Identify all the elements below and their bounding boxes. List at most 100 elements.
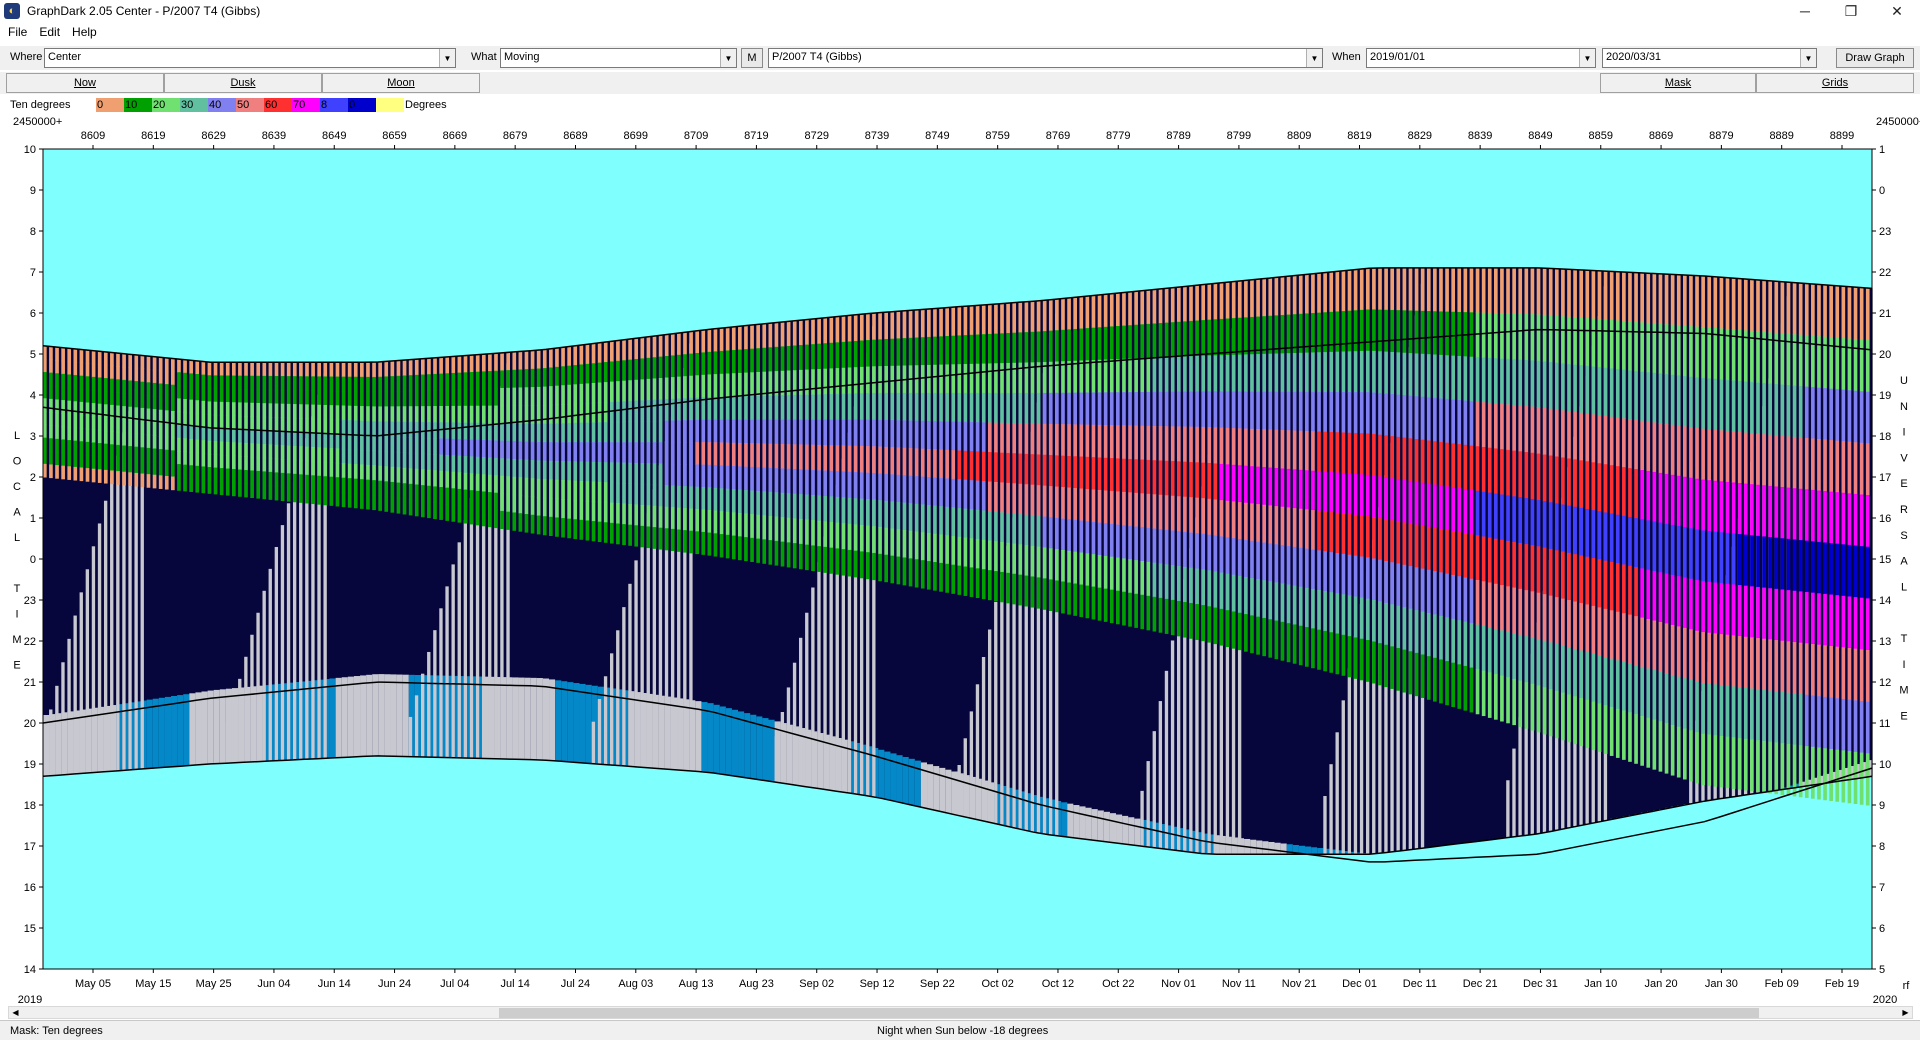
- draw-graph-button[interactable]: Draw Graph: [1836, 48, 1914, 68]
- altitude-cell: [195, 439, 200, 454]
- altitude-cell: [347, 434, 352, 450]
- mask-button[interactable]: Mask: [1600, 73, 1756, 93]
- altitude-cell: [1219, 500, 1224, 537]
- chevron-down-icon[interactable]: ▼: [1800, 49, 1816, 67]
- altitude-cell: [305, 446, 309, 462]
- altitude-cell: [201, 440, 206, 454]
- altitude-cell: [1847, 648, 1852, 701]
- altitude-cell: [573, 365, 578, 385]
- altitude-cell: [823, 546, 828, 573]
- minimize-button[interactable]: ─: [1782, 0, 1828, 22]
- altitude-cell: [719, 442, 724, 466]
- altitude-cell: [780, 492, 785, 518]
- altitude-cell: [67, 426, 72, 441]
- altitude-cell: [1414, 310, 1419, 354]
- altitude-cell: [1396, 605, 1401, 649]
- altitude-cell: [1140, 391, 1145, 427]
- where-select[interactable]: Center ▼: [44, 48, 456, 68]
- altitude-cell: [780, 321, 785, 347]
- dusk-button[interactable]: Dusk: [164, 73, 322, 93]
- moon-button[interactable]: Moon: [322, 73, 480, 93]
- altitude-cell: [707, 397, 712, 421]
- chevron-down-icon[interactable]: ▼: [1579, 49, 1595, 67]
- altitude-cell: [1237, 354, 1242, 392]
- altitude-cell: [1811, 387, 1815, 439]
- chevron-down-icon[interactable]: ▼: [439, 49, 455, 67]
- altitude-cell: [158, 422, 163, 437]
- altitude-cell: [85, 389, 90, 404]
- altitude-cell: [500, 387, 504, 407]
- end-date-select[interactable]: 2020/03/31 ▼: [1602, 48, 1817, 68]
- what-select[interactable]: Moving ▼: [500, 48, 737, 68]
- altitude-cell: [811, 495, 815, 521]
- altitude-cell: [689, 530, 693, 554]
- grids-button[interactable]: Grids: [1756, 73, 1914, 93]
- menu-edit[interactable]: Edit: [39, 25, 60, 39]
- scrollbar-thumb[interactable]: [499, 1008, 1759, 1018]
- altitude-cell: [329, 476, 334, 492]
- altitude-cell: [1365, 557, 1370, 600]
- altitude-cell: [305, 390, 309, 405]
- altitude-cell: [299, 460, 303, 475]
- altitude-cell: [1225, 500, 1230, 538]
- altitude-cell: [573, 499, 578, 520]
- altitude-cell: [987, 304, 992, 335]
- altitude-cell: [1085, 489, 1090, 522]
- altitude-cell: [866, 446, 870, 474]
- altitude-cell: [1128, 492, 1132, 527]
- altitude-cell: [1646, 470, 1651, 521]
- altitude-cell: [1036, 515, 1041, 548]
- twilight-band: [390, 674, 398, 757]
- moonlight-stripe: [299, 459, 303, 760]
- altitude-cell: [1384, 602, 1388, 646]
- altitude-cell: [762, 371, 767, 397]
- altitude-cell: [1561, 645, 1565, 694]
- altitude-cell: [963, 392, 968, 423]
- object-select[interactable]: P/2007 T4 (Gibbs) ▼: [768, 48, 1323, 68]
- altitude-cell: [975, 509, 980, 540]
- altitude-cell: [975, 480, 980, 511]
- menu-file[interactable]: File: [8, 25, 27, 39]
- altitude-cell: [1542, 454, 1547, 502]
- altitude-cell: [1347, 392, 1352, 434]
- altitude-cell: [536, 350, 541, 370]
- altitude-cell: [1134, 459, 1138, 494]
- maximize-button[interactable]: ❐: [1828, 0, 1874, 22]
- altitude-cell: [774, 540, 779, 566]
- altitude-cell: [1487, 582, 1492, 628]
- altitude-cell: [878, 392, 882, 421]
- altitude-cell: [250, 456, 254, 471]
- altitude-cell: [1213, 535, 1218, 573]
- m-button[interactable]: M: [741, 48, 763, 68]
- twilight-band: [177, 695, 184, 767]
- altitude-cell: [1091, 327, 1096, 361]
- start-date-select[interactable]: 2019/01/01 ▼: [1366, 48, 1596, 68]
- altitude-cell: [445, 422, 450, 440]
- horizontal-scrollbar[interactable]: ◀ ▶: [8, 1006, 1913, 1019]
- altitude-cell: [957, 536, 962, 567]
- altitude-cell: [1274, 506, 1279, 545]
- altitude-cell: [884, 339, 888, 367]
- altitude-cell: [756, 395, 760, 421]
- close-button[interactable]: ✕: [1874, 0, 1920, 22]
- altitude-cell: [1847, 338, 1852, 391]
- scroll-left-icon[interactable]: ◀: [9, 1007, 22, 1018]
- local-hour-label: 6: [30, 308, 36, 320]
- altitude-cell: [1201, 498, 1206, 535]
- altitude-cell: [1811, 489, 1815, 542]
- chevron-down-icon[interactable]: ▼: [720, 49, 736, 67]
- altitude-cell: [1262, 467, 1266, 506]
- altitude-cell: [1280, 506, 1285, 546]
- chevron-down-icon[interactable]: ▼: [1306, 49, 1322, 67]
- altitude-cell: [1164, 426, 1169, 462]
- altitude-cell: [561, 518, 565, 538]
- altitude-cell: [1365, 516, 1370, 558]
- menu-help[interactable]: Help: [72, 25, 97, 39]
- altitude-cell: [1329, 351, 1334, 393]
- altitude-cell: [390, 466, 395, 483]
- scroll-right-icon[interactable]: ▶: [1899, 1007, 1912, 1018]
- altitude-cell: [780, 419, 785, 445]
- now-button[interactable]: Now: [6, 73, 164, 93]
- altitude-cell: [231, 428, 236, 443]
- altitude-cell: [731, 326, 736, 351]
